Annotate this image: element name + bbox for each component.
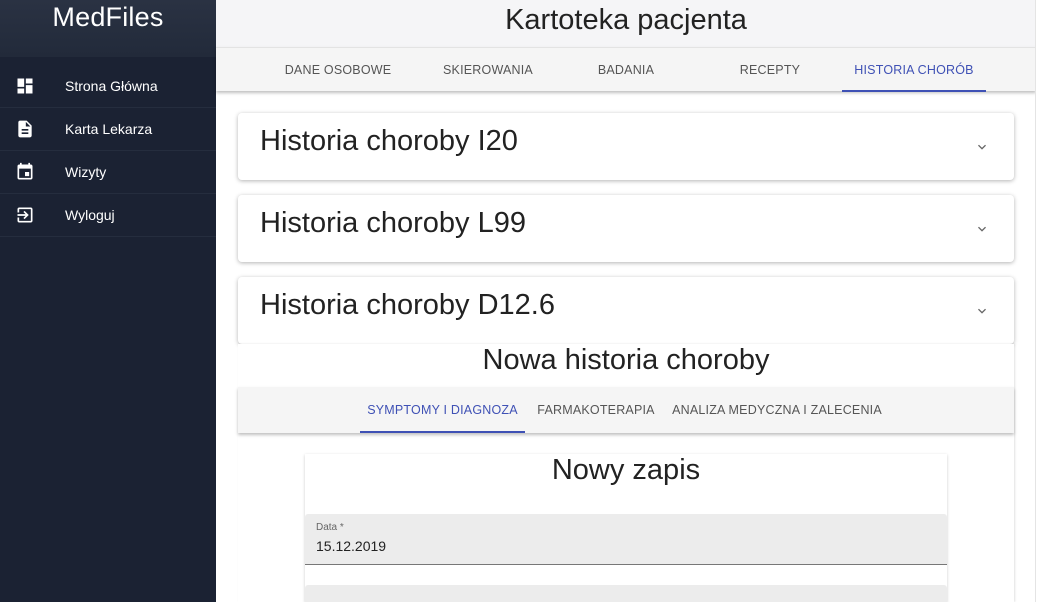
patient-tabs: DANE OSOBOWE SKIEROWANIA BADANIA RECEPTY… xyxy=(216,47,1036,92)
new-entry-title: Nowy zapis xyxy=(551,454,701,486)
tab-analiza-medyczna[interactable]: ANALIZA MEDYCZNA I ZALECENIA xyxy=(672,387,882,433)
history-panel-i20[interactable]: Historia choroby I20 xyxy=(238,113,1014,180)
date-field-label: Data * xyxy=(316,522,344,533)
logout-icon xyxy=(0,205,50,225)
sidebar: MedFiles Strona Główna Karta Lekarza Wiz… xyxy=(0,0,216,602)
app-root: MedFiles Strona Główna Karta Lekarza Wiz… xyxy=(0,0,1051,602)
sidebar-item-label: Wizyty xyxy=(65,164,107,180)
new-history-tabs: SYMPTOMY I DIAGNOZA FARMAKOTERAPIA ANALI… xyxy=(238,387,1014,433)
tab-badania[interactable]: BADANIA xyxy=(580,48,672,92)
history-panel-l99[interactable]: Historia choroby L99 xyxy=(238,195,1014,262)
brand[interactable]: MedFiles xyxy=(0,0,216,57)
dashboard-icon xyxy=(0,76,50,96)
page-title: Kartoteka pacjenta xyxy=(505,4,747,36)
page-header: Kartoteka pacjenta xyxy=(216,0,1036,47)
sidebar-item-label: Strona Główna xyxy=(65,78,158,94)
tab-dane-osobowe[interactable]: DANE OSOBOWE xyxy=(274,48,402,92)
chevron-down-icon xyxy=(974,303,990,319)
date-field-value: 15.12.2019 xyxy=(316,538,387,554)
next-field[interactable] xyxy=(305,585,947,602)
date-field[interactable]: Data * 15.12.2019 xyxy=(305,514,947,565)
tab-historia-chorob[interactable]: HISTORIA CHORÓB xyxy=(842,48,986,92)
chevron-down-icon xyxy=(974,221,990,237)
new-history-title: Nowa historia choroby xyxy=(482,344,770,376)
tab-symptomy-i-diagnoza[interactable]: SYMPTOMY I DIAGNOZA xyxy=(360,387,525,433)
sidebar-nav: Strona Główna Karta Lekarza Wizyty Wylog… xyxy=(0,65,216,237)
sidebar-item-label: Wyloguj xyxy=(65,207,115,223)
sidebar-item-karta-lekarza[interactable]: Karta Lekarza xyxy=(0,108,216,151)
tab-recepty[interactable]: RECEPTY xyxy=(722,48,818,92)
history-panel-title: Historia choroby L99 xyxy=(260,207,526,239)
tab-skierowania[interactable]: SKIEROWANIA xyxy=(428,48,548,92)
new-entry-card: Nowy zapis Data * 15.12.2019 xyxy=(305,454,947,602)
document-icon xyxy=(0,119,50,139)
tab-farmakoterapia[interactable]: FARMAKOTERAPIA xyxy=(534,387,658,433)
sidebar-item-label: Karta Lekarza xyxy=(65,121,153,137)
right-margin xyxy=(1036,0,1051,602)
history-panel-title: Historia choroby I20 xyxy=(260,125,518,157)
history-panel-d12-6[interactable]: Historia choroby D12.6 xyxy=(238,277,1014,344)
calendar-icon xyxy=(0,162,50,182)
sidebar-item-wyloguj[interactable]: Wyloguj xyxy=(0,194,216,237)
chevron-down-icon xyxy=(974,139,990,155)
sidebar-item-strona-glowna[interactable]: Strona Główna xyxy=(0,65,216,108)
brand-name: MedFiles xyxy=(52,2,164,32)
sidebar-item-wizyty[interactable]: Wizyty xyxy=(0,151,216,194)
history-panel-title: Historia choroby D12.6 xyxy=(260,289,555,321)
